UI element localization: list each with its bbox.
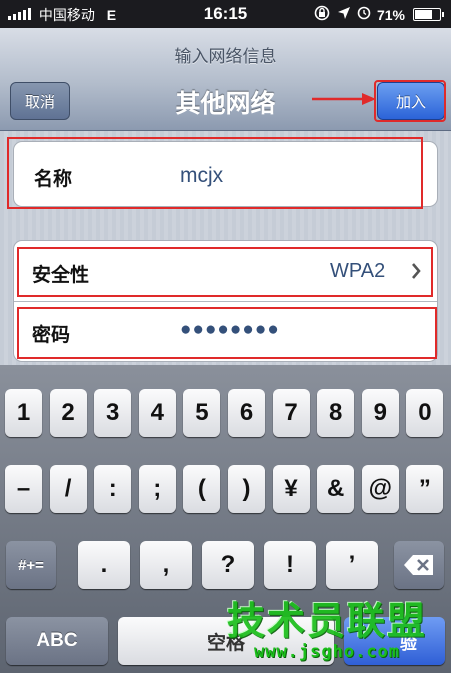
battery-icon bbox=[413, 8, 444, 21]
number-key[interactable]: 9 bbox=[361, 389, 399, 437]
symbol-key[interactable]: ¥ bbox=[272, 465, 310, 513]
watermark-text: 技术员联盟 bbox=[226, 599, 427, 643]
abc-key[interactable]: ABC bbox=[6, 617, 108, 665]
number-key[interactable]: 8 bbox=[317, 389, 355, 437]
symbol-key[interactable]: / bbox=[49, 465, 87, 513]
symbols-toggle-key[interactable]: #+= bbox=[6, 541, 56, 589]
symbol-key[interactable]: : bbox=[94, 465, 132, 513]
nav-prompt: 输入网络信息 bbox=[174, 47, 277, 66]
backspace-key[interactable] bbox=[394, 541, 444, 589]
punctuation-key[interactable]: , bbox=[140, 541, 192, 589]
punctuation-key[interactable]: ! bbox=[264, 541, 316, 589]
number-key[interactable]: 2 bbox=[49, 389, 87, 437]
security-highlight-box bbox=[17, 247, 433, 297]
symbol-key[interactable]: ( bbox=[183, 465, 221, 513]
number-key[interactable]: 3 bbox=[94, 389, 132, 437]
punctuation-key[interactable]: ’ bbox=[326, 541, 378, 589]
site-watermark: 技术员联盟 www.jsgho.com bbox=[212, 600, 442, 670]
battery-percent: 71% bbox=[376, 6, 405, 23]
number-key[interactable]: 1 bbox=[5, 389, 42, 437]
alarm-icon bbox=[357, 6, 371, 23]
number-key[interactable]: 4 bbox=[138, 389, 176, 437]
red-arrow-icon bbox=[312, 93, 376, 105]
watermark-url: www.jsgho.com bbox=[253, 642, 401, 662]
symbol-key[interactable]: @ bbox=[361, 465, 399, 513]
cancel-button[interactable]: 取消 bbox=[10, 82, 70, 120]
status-bar: 中国移动 E 16:15 71% bbox=[0, 0, 451, 28]
location-icon bbox=[337, 6, 351, 23]
rotation-lock-icon bbox=[313, 5, 331, 24]
name-highlight-box bbox=[7, 137, 423, 209]
status-right: 71% bbox=[313, 5, 444, 24]
punctuation-key[interactable]: ? bbox=[202, 541, 254, 589]
backspace-icon bbox=[404, 555, 433, 575]
symbol-key[interactable]: & bbox=[317, 465, 355, 513]
symbol-key[interactable]: ” bbox=[406, 465, 444, 513]
symbol-key[interactable]: ; bbox=[138, 465, 176, 513]
number-key[interactable]: 5 bbox=[183, 389, 221, 437]
number-key[interactable]: 6 bbox=[228, 389, 265, 437]
symbol-key[interactable]: – bbox=[5, 465, 42, 513]
punctuation-key[interactable]: . bbox=[78, 541, 130, 589]
join-highlight-box bbox=[374, 80, 446, 122]
symbol-key[interactable]: ) bbox=[228, 465, 265, 513]
number-key[interactable]: 0 bbox=[406, 389, 444, 437]
number-key[interactable]: 7 bbox=[272, 389, 310, 437]
password-highlight-box bbox=[17, 307, 437, 359]
